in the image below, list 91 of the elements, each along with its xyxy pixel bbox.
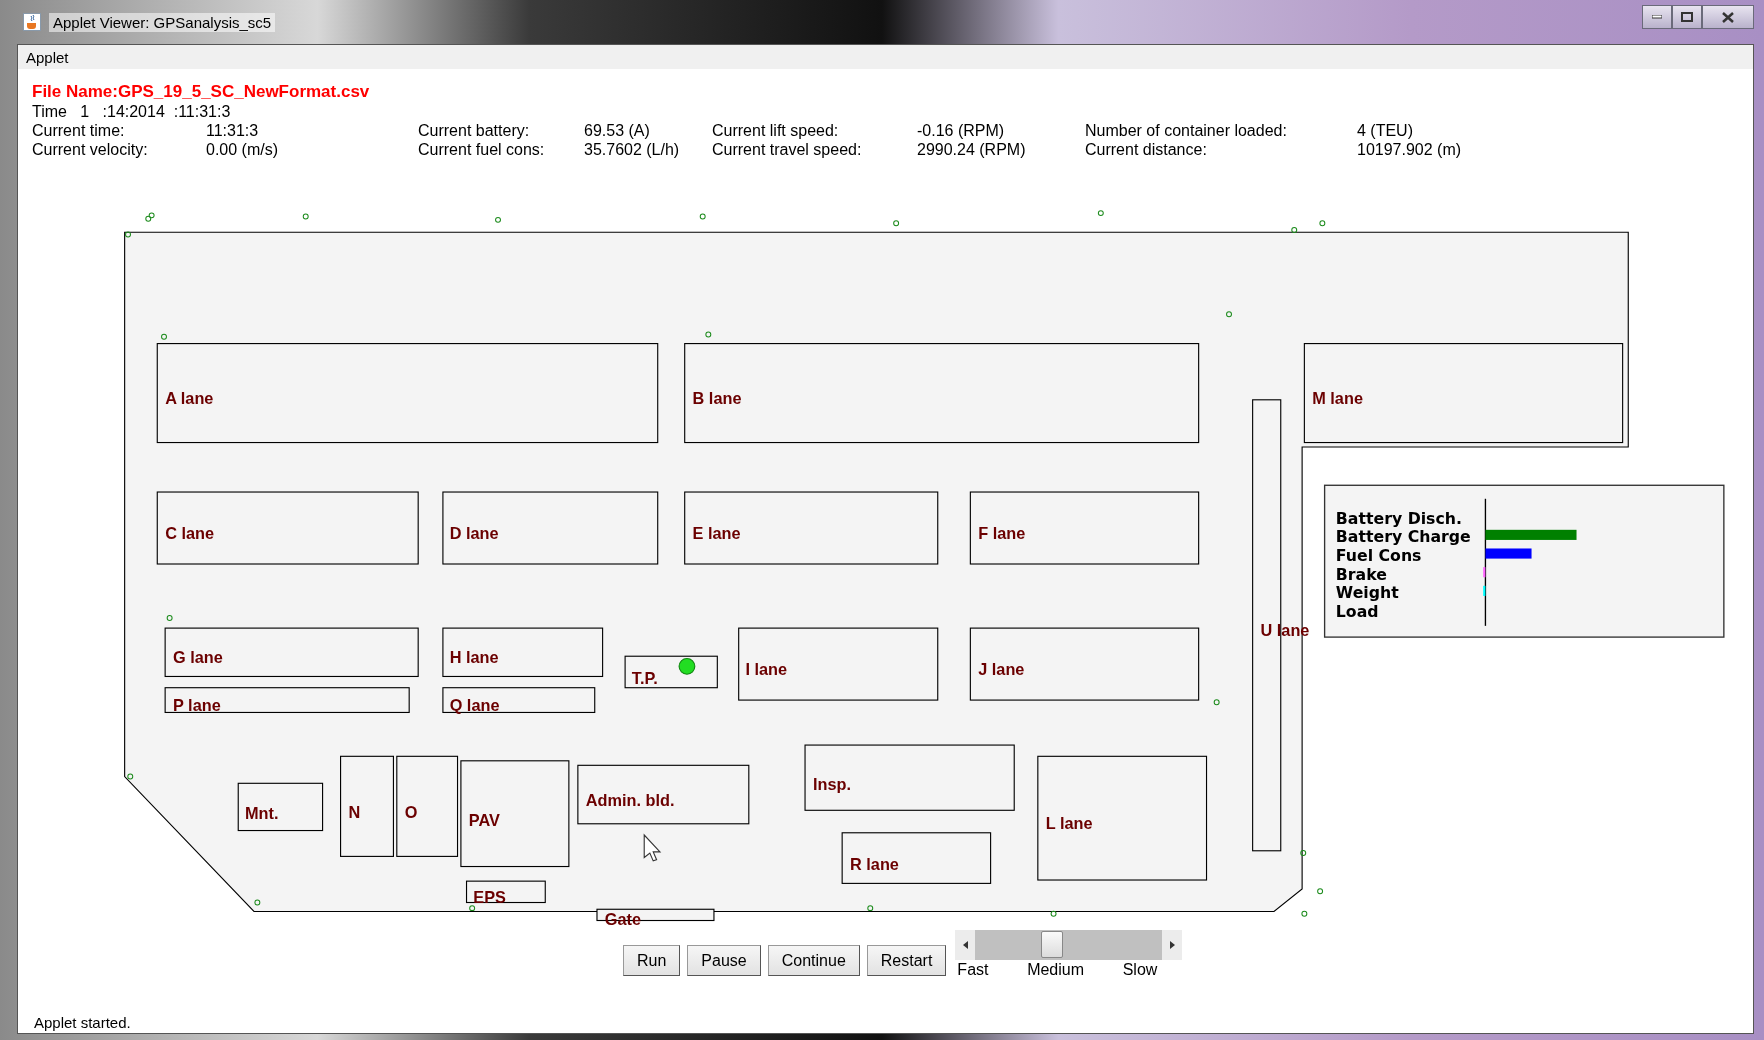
reading-label: Current time:: [32, 121, 126, 140]
area-label: O: [404, 803, 418, 822]
close-button[interactable]: [1702, 5, 1754, 29]
control-button[interactable]: Pause: [687, 945, 761, 976]
legend-label: Weight: [1335, 583, 1399, 603]
gps-point: [254, 899, 261, 906]
legend-label: Load: [1335, 601, 1379, 621]
area-label: L lane: [1045, 814, 1093, 833]
speed-label: Slow: [1122, 960, 1158, 980]
gps-point: [166, 615, 173, 621]
speed-slider[interactable]: [955, 930, 1183, 960]
reading-value: -0.16 (RPM): [917, 121, 1006, 140]
java-cup-icon: [23, 13, 41, 31]
slider-thumb[interactable]: [1041, 931, 1064, 958]
area-label: F lane: [978, 524, 1026, 543]
legend-label: Battery Disch.: [1335, 508, 1462, 528]
gps-point: [867, 905, 874, 912]
gps-point: [1301, 910, 1308, 917]
reading-value: 10197.902 (m): [1357, 140, 1463, 159]
close-icon: [1722, 11, 1734, 23]
area-label: M lane: [1312, 389, 1363, 408]
area-label: I lane: [745, 660, 788, 679]
reading-label: Current distance:: [1085, 140, 1208, 159]
area-label: T.P.: [631, 669, 658, 688]
speed-label: Medium: [1027, 960, 1085, 980]
area-label: G lane: [173, 647, 223, 666]
area-label: Admin. bld.: [585, 790, 675, 809]
file-name: File Name:GPS_19_5_SC_NewFormat.csv: [32, 82, 371, 102]
reading-value: 11:31:3: [206, 121, 260, 140]
legend-label: Brake: [1335, 564, 1387, 584]
right-arrow-icon: [1169, 941, 1175, 949]
area-label: Q lane: [449, 696, 500, 715]
gps-point: [1291, 227, 1298, 233]
area-label: J lane: [978, 660, 1025, 679]
mouse-cursor-icon: [643, 833, 662, 862]
status-text: Applet started.: [34, 1013, 131, 1031]
menu-item[interactable]: Applet: [26, 48, 69, 66]
gps-point: [1319, 220, 1326, 227]
area-label: Mnt.: [245, 804, 279, 823]
window-title: Applet Viewer: GPSanalysis_sc5: [49, 12, 276, 32]
area-label: A lane: [165, 389, 214, 408]
gps-point: [1050, 910, 1057, 917]
reading-label: Current lift speed:: [712, 121, 840, 140]
legend-label: Battery Charge: [1335, 527, 1471, 547]
area-label: EPS: [473, 887, 506, 906]
reading-label: Current battery:: [418, 121, 531, 140]
gps-point: [1226, 311, 1232, 318]
minimize-button[interactable]: [1642, 5, 1672, 29]
gps-point: [302, 213, 309, 220]
reading-value: 69.53 (A): [584, 121, 651, 140]
reading-label: Current fuel cons:: [418, 140, 546, 159]
gps-point: [705, 331, 712, 338]
gps-point: [495, 216, 501, 223]
gps-point: [893, 220, 900, 227]
reading-value: 0.00 (m/s): [206, 140, 279, 159]
reading-value: 35.7602 (L/h): [584, 140, 681, 159]
reading-label: Current velocity:: [32, 140, 149, 159]
maximize-icon: [1681, 12, 1693, 22]
gps-point: [161, 333, 167, 340]
gps-point: [1300, 850, 1307, 856]
area-label: R lane: [850, 854, 899, 873]
reading-value: 2990.24 (RPM): [917, 140, 1027, 159]
area-label: B lane: [692, 389, 742, 408]
area-label: C lane: [165, 524, 215, 543]
area-label: E lane: [692, 524, 741, 543]
legend-label: Fuel Cons: [1335, 545, 1422, 565]
area-label: PAV: [468, 811, 500, 830]
reading-label: Number of container loaded:: [1085, 121, 1288, 140]
left-arrow-icon: [962, 941, 968, 949]
area-label: N: [348, 803, 361, 822]
time-line: Time 1 :14:2014 :11:31:3: [32, 102, 232, 121]
gps-point: [699, 213, 706, 220]
reading-value: 4 (TEU): [1357, 121, 1414, 140]
minimize-icon: [1652, 15, 1662, 19]
gps-point: [1097, 210, 1104, 217]
gps-point: [469, 905, 476, 912]
area-label: Insp.: [812, 775, 851, 794]
area-label: P lane: [173, 696, 221, 715]
gps-point: [125, 231, 131, 238]
control-button[interactable]: Run: [623, 945, 681, 976]
reading-label: Current travel speed:: [712, 140, 863, 159]
gps-point: [1317, 888, 1324, 895]
control-button[interactable]: Restart: [866, 945, 947, 976]
area-label: H lane: [449, 647, 499, 666]
speed-label: Fast: [957, 960, 989, 980]
maximize-button[interactable]: [1672, 5, 1702, 29]
gps-point: [1213, 699, 1220, 706]
area-label: D lane: [449, 524, 499, 543]
gps-point: [127, 773, 134, 780]
control-button[interactable]: Continue: [767, 945, 860, 976]
vehicle-marker: [678, 657, 696, 675]
